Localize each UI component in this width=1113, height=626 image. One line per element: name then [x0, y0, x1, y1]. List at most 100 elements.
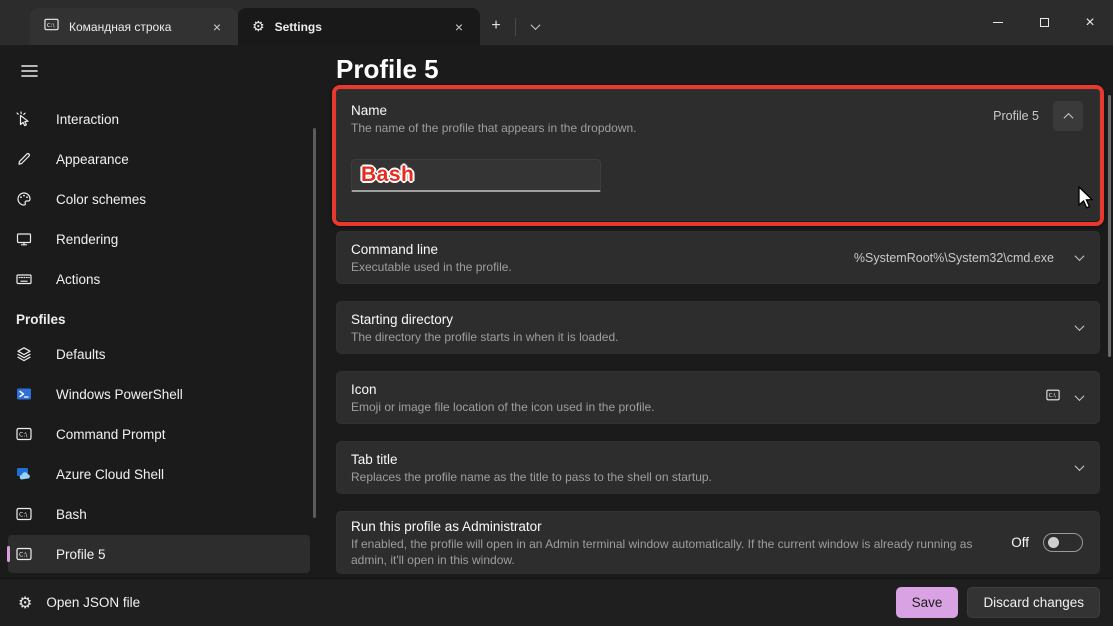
tab-title-setting-card[interactable]: Tab title Replaces the profile name as t… [336, 441, 1100, 494]
palette-icon [16, 191, 32, 207]
chevron-down-icon [530, 20, 540, 30]
sidebar-item-command-prompt[interactable]: C:\ Command Prompt [8, 415, 310, 453]
new-tab-button[interactable]: + [482, 12, 510, 40]
toggle-state-label: Off [1011, 535, 1029, 550]
pointer-interact-icon [16, 111, 32, 127]
svg-text:C:\: C:\ [19, 512, 28, 519]
gear-icon: ⚙ [252, 18, 265, 35]
monitor-icon [16, 231, 32, 247]
sidebar-item-interaction[interactable]: Interaction [8, 100, 310, 138]
profile-name-input[interactable]: Bash [351, 159, 601, 192]
minimize-button[interactable] [975, 0, 1021, 45]
setting-title: Icon [351, 380, 655, 399]
command-line-setting-card[interactable]: Command line Executable used in the prof… [336, 231, 1100, 284]
setting-current-value: %SystemRoot%\System32\cmd.exe [854, 251, 1054, 265]
content-scrollbar[interactable] [1108, 95, 1111, 357]
sidebar-item-label: Rendering [56, 232, 118, 247]
maximize-icon [1040, 18, 1049, 27]
sidebar-item-label: Profile 5 [56, 547, 106, 562]
cmd-window-icon: C:\ [16, 506, 32, 522]
footer-bar: ⚙ Open JSON file Save Discard changes [0, 578, 1113, 626]
tab-separator [515, 18, 516, 36]
tab-label: Командная строка [69, 20, 206, 34]
icon-setting-card[interactable]: Icon Emoji or image file location of the… [336, 371, 1100, 424]
gear-icon: ⚙ [18, 593, 32, 613]
sidebar-item-appearance[interactable]: Appearance [8, 140, 310, 178]
chevron-up-icon [1063, 112, 1073, 122]
sidebar-item-bash[interactable]: C:\ Bash [8, 495, 310, 533]
close-tab-icon[interactable]: × [448, 16, 470, 38]
name-setting-card: Name The name of the profile that appear… [336, 89, 1100, 221]
layers-icon [16, 346, 32, 362]
tab-strip: C:\ Командная строка × ⚙ Settings × + [0, 0, 551, 45]
maximize-button[interactable] [1021, 0, 1067, 45]
discard-changes-button[interactable]: Discard changes [967, 587, 1100, 618]
typed-text-annotation: Bash [361, 163, 414, 187]
sidebar-item-windows-powershell[interactable]: Windows PowerShell [8, 375, 310, 413]
setting-title: Run this profile as Administrator [351, 517, 986, 536]
svg-text:C:\: C:\ [19, 432, 28, 439]
chevron-down-icon[interactable] [1075, 461, 1085, 471]
open-json-file-label: Open JSON file [46, 595, 140, 610]
sidebar-item-label: Command Prompt [56, 427, 166, 442]
starting-directory-setting-card[interactable]: Starting directory The directory the pro… [336, 301, 1100, 354]
open-json-file-button[interactable]: ⚙ Open JSON file [18, 593, 140, 613]
pencil-icon [16, 151, 32, 167]
setting-description: If enabled, the profile will open in an … [351, 536, 986, 568]
minimize-icon [993, 22, 1003, 23]
name-setting-wrap: Name The name of the profile that appear… [336, 89, 1100, 221]
setting-title: Name [351, 101, 637, 120]
app-body: Interaction Appearance Color schemes Ren… [0, 45, 1113, 578]
sidebar-item-label: Defaults [56, 347, 106, 362]
profiles-section-header: Profiles [16, 312, 320, 327]
setting-description: Executable used in the profile. [351, 259, 512, 275]
sidebar-item-label: Azure Cloud Shell [56, 467, 164, 482]
run-as-admin-setting-card: Run this profile as Administrator If ena… [336, 511, 1100, 574]
keyboard-icon [16, 271, 32, 287]
cmd-window-icon: C:\ [16, 546, 32, 562]
cmd-window-icon: C:\ [44, 17, 59, 37]
hamburger-icon [21, 64, 38, 78]
hamburger-menu-button[interactable] [12, 56, 46, 86]
sidebar-item-defaults[interactable]: Defaults [8, 335, 310, 373]
sidebar-item-label: Appearance [56, 152, 129, 167]
tab-command-prompt[interactable]: C:\ Командная строка × [30, 8, 238, 45]
window-controls: × [975, 0, 1113, 45]
azure-cloud-icon [16, 466, 32, 482]
chevron-down-icon[interactable] [1075, 391, 1085, 401]
titlebar: C:\ Командная строка × ⚙ Settings × + × [0, 0, 1113, 45]
sidebar-item-label: Bash [56, 507, 87, 522]
tab-label: Settings [275, 20, 448, 34]
setting-title: Tab title [351, 450, 712, 469]
sidebar-item-actions[interactable]: Actions [8, 260, 310, 298]
close-window-button[interactable]: × [1067, 0, 1113, 45]
save-button[interactable]: Save [896, 587, 959, 618]
setting-current-value: Profile 5 [993, 109, 1039, 123]
cmd-window-icon: C:\ [16, 426, 32, 442]
svg-text:C:\: C:\ [47, 22, 55, 28]
tab-dropdown-button[interactable] [521, 12, 549, 40]
chevron-down-icon[interactable] [1075, 251, 1085, 261]
svg-text:C:\: C:\ [19, 552, 28, 559]
collapse-name-button[interactable] [1053, 101, 1083, 131]
chevron-down-icon[interactable] [1075, 321, 1085, 331]
admin-toggle-switch[interactable] [1043, 533, 1083, 552]
sidebar-item-color-schemes[interactable]: Color schemes [8, 180, 310, 218]
setting-description: Emoji or image file location of the icon… [351, 399, 655, 415]
profile-icon-preview: C:\ [1046, 388, 1060, 407]
powershell-icon [16, 386, 32, 402]
tab-settings[interactable]: ⚙ Settings × [238, 8, 480, 45]
sidebar-item-label: Windows PowerShell [56, 387, 183, 402]
sidebar-item-label: Color schemes [56, 192, 146, 207]
terminal-settings-window: C:\ Командная строка × ⚙ Settings × + × [0, 0, 1113, 626]
close-tab-icon[interactable]: × [206, 16, 228, 38]
setting-description: The name of the profile that appears in … [351, 120, 637, 136]
sidebar-item-label: Interaction [56, 112, 119, 127]
sidebar-item-azure-cloud-shell[interactable]: Azure Cloud Shell [8, 455, 310, 493]
settings-sidebar: Interaction Appearance Color schemes Ren… [0, 45, 320, 578]
page-title: Profile 5 [336, 52, 1100, 86]
setting-title: Command line [351, 240, 512, 259]
sidebar-item-profile-5[interactable]: C:\ Profile 5 [8, 535, 310, 573]
sidebar-item-rendering[interactable]: Rendering [8, 220, 310, 258]
sidebar-scrollbar[interactable] [313, 128, 316, 518]
